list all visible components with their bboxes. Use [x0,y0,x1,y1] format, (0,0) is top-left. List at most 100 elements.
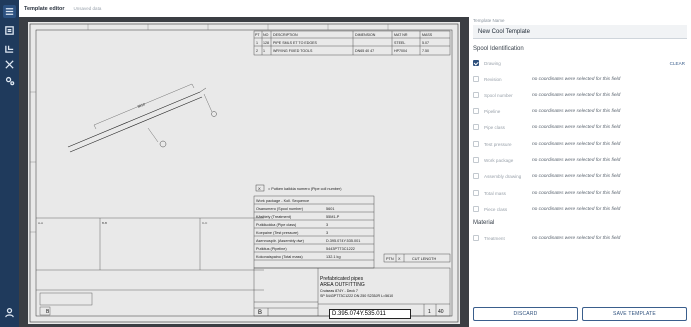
technical-drawing-sheet[interactable]: PT NO DESCRIPTION DIMENSION MAT NR MASS … [28,22,460,324]
checkbox-total-mass[interactable] [473,190,479,196]
info-label: Kokonaispaino (Total mass) [256,255,303,259]
bom-cell: 1 [263,49,265,53]
field-name: Drawing [484,60,501,66]
drawing-number-selection[interactable]: D.395.074Y.535.011 [329,309,411,319]
svg-text:B-B: B-B [102,221,107,225]
info-label: Putkitus (Pipeline) [256,247,287,251]
bom-header-mat-nr: MAT NR [394,33,408,37]
document-list-icon[interactable] [3,24,16,37]
checkbox-treatment[interactable] [473,235,479,241]
field-name: Piece class [484,206,508,212]
svg-text:X: X [258,186,261,191]
user-icon[interactable] [3,306,16,319]
info-label: Asennuspiir. (Assembly dwr) [256,239,305,243]
field-row-test-pressure[interactable]: Test pressure no coordinates were select… [473,139,689,149]
bom-cell: 7.50 [422,49,429,53]
field-row-assembly-drawing[interactable]: Assembly drawing no coordinates were sel… [473,171,689,181]
field-message: no coordinates were selected for this fi… [532,190,621,196]
bom-header-pt: PT [255,33,260,37]
field-row-drawing[interactable]: Drawing CLEAR [473,58,689,68]
checkbox-revision[interactable] [473,76,479,82]
field-name: Work package [484,157,514,163]
material-section-title: Material [473,220,495,226]
checkbox-drawing[interactable] [473,60,479,66]
checkbox-pipeline[interactable] [473,108,479,114]
field-row-work-package[interactable]: Work package no coordinates were selecte… [473,155,689,165]
info-value: D.395.074Y.535.001 [326,239,360,243]
field-message: no coordinates were selected for this fi… [532,206,621,212]
pipe-isometric [67,83,217,153]
field-name: Pipe class [484,124,505,130]
dimension-label: 3610 [137,102,146,109]
info-value: 5443PTT3C1222 [326,247,355,251]
title-line: AREA OUTFITTING [320,282,365,288]
template-name-label: Template Name [473,18,505,23]
save-template-button[interactable]: SAVE TEMPLATE [582,307,687,321]
bom-cell: DN65 40 47 [355,49,374,53]
bom-cell: 1 [256,41,258,45]
field-message: no coordinates were selected for this fi… [532,108,621,114]
settings-gears-icon[interactable] [3,74,16,87]
layers-icon[interactable] [3,5,16,18]
ptn-header: PTN [386,257,394,261]
sheet-total: 40 [438,309,444,315]
field-name: Revision [484,76,502,82]
field-name: Pipeline [484,108,501,114]
field-row-total-mass[interactable]: Total mass no coordinates were selected … [473,188,689,198]
discard-button[interactable]: DISCARD [473,307,578,321]
info-value: 3 [326,231,328,235]
page-title: Template editor [24,5,65,12]
title-line: Cruiseas 874Y - Deck 7 [320,289,358,293]
bom-header-mass: MASS [422,33,433,37]
checkbox-test-pressure[interactable] [473,141,479,147]
field-row-piece-class[interactable]: Piece class no coordinates were selected… [473,204,689,214]
template-name-input[interactable]: New Cool Template [473,25,687,39]
unsaved-status: Unsaved data [73,6,102,11]
bom-header-description: DESCRIPTION [273,33,298,37]
info-value: 3 [326,223,328,227]
drawing-canvas[interactable]: PT NO DESCRIPTION DIMENSION MAT NR MASS … [19,17,469,327]
svg-text:B: B [46,309,50,315]
drawing-svg: PT NO DESCRIPTION DIMENSION MAT NR MASS … [29,23,459,323]
checkbox-spool-number[interactable] [473,92,479,98]
field-row-pipe-class[interactable]: Pipe class no coordinates were selected … [473,122,689,132]
field-message: no coordinates were selected for this fi… [532,76,621,82]
bom-cell: PIPE SMLS ET TO EDGES [273,41,318,45]
editor-header: Template editor Unsaved data [19,0,469,17]
bom-cell: HP7004 [394,49,407,53]
checkbox-pipe-class[interactable] [473,124,479,130]
template-editor-app: Template editor Unsaved data PT NO DESCR… [0,0,691,327]
field-message: no coordinates were selected for this fi… [532,235,621,241]
checkbox-piece-class[interactable] [473,206,479,212]
checkbox-work-package[interactable] [473,157,479,163]
field-row-revision[interactable]: Revision no coordinates were selected fo… [473,74,689,84]
field-row-spool-number[interactable]: Spool number no coordinates were selecte… [473,90,689,100]
field-row-treatment[interactable]: Treatment no coordinates were selected f… [473,233,689,243]
tools-icon[interactable] [3,58,16,71]
checkbox-assembly-drawing[interactable] [473,173,479,179]
clear-button[interactable]: CLEAR [670,61,685,66]
field-row-pipeline[interactable]: Pipeline no coordinates were selected fo… [473,106,689,116]
bom-cell: 2 [256,49,258,53]
pipe-icon[interactable] [3,42,16,55]
title-line: SP 5443PTT3C1222 DN 250 S235JR L=5610 [320,294,393,298]
info-label: Koepaine (Test pressure) [256,231,299,235]
bom-cell: 5.07 [422,41,429,45]
info-label: Käsittely (Treatment) [256,215,292,219]
field-name: Treatment [484,235,505,241]
field-name: Test pressure [484,141,512,147]
bom-header-no: NO [263,33,269,37]
ptn-header: CUT LENGTH [412,257,436,261]
svg-text:A-A: A-A [38,221,43,225]
side-rail [0,0,19,327]
template-panel: Template Name New Cool Template Spool Id… [469,0,691,327]
field-message: no coordinates were selected for this fi… [532,124,621,130]
info-label: Putkiluokka (Pipe class) [256,223,297,227]
info-label: Work package - Koll. Sequence [256,199,309,203]
svg-text:C-C: C-C [202,221,208,225]
info-value: 132.1 kg [326,255,341,259]
info-value: 5601 [326,207,334,211]
bom-cell: WRYING FIXED TOOLS [273,49,313,53]
revision-value: B [258,310,262,316]
field-message: no coordinates were selected for this fi… [532,141,621,147]
